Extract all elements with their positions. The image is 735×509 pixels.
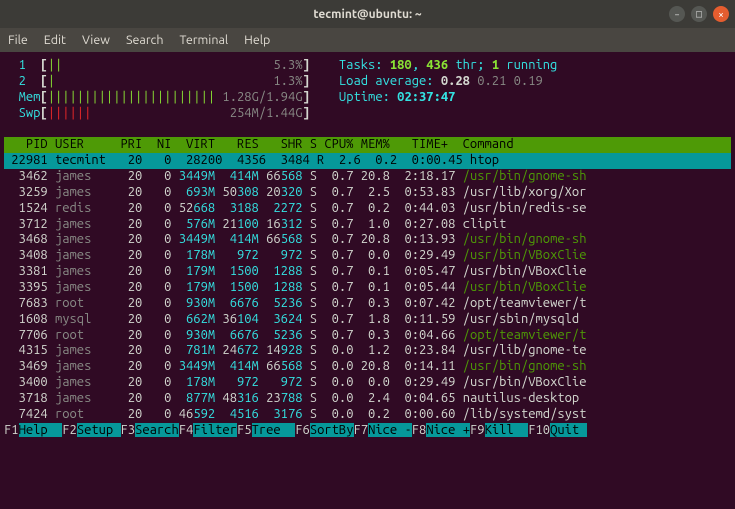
- process-row[interactable]: 3408 james 20 0 178M 972 972 S 0.7 0.0 0…: [4, 248, 731, 264]
- menubar: File Edit View Search Terminal Help: [0, 28, 735, 52]
- window-controls: – □ ×: [669, 6, 729, 22]
- process-row[interactable]: 1608 mysql 20 0 662M 36104 3624 S 0.7 1.…: [4, 312, 731, 328]
- close-icon[interactable]: ×: [713, 6, 729, 22]
- maximize-icon[interactable]: □: [691, 6, 707, 22]
- process-row[interactable]: 3718 james 20 0 877M 48316 23788 S 0.0 2…: [4, 391, 731, 407]
- window-title: tecmint@ubuntu: ~: [313, 8, 421, 21]
- process-row[interactable]: 3712 james 20 0 576M 21100 16312 S 0.7 1…: [4, 217, 731, 233]
- process-row[interactable]: 1524 redis 20 0 52668 3188 2272 S 0.7 0.…: [4, 201, 731, 217]
- menu-file[interactable]: File: [8, 33, 28, 47]
- process-row[interactable]: 3468 james 20 0 3449M 414M 66568 S 0.7 2…: [4, 232, 731, 248]
- function-key-bar: F1Help F2Setup F3SearchF4FilterF5Tree F6…: [4, 423, 731, 439]
- process-row-selected[interactable]: 22981 tecmint 20 0 28200 4356 3484 R 2.6…: [4, 153, 731, 169]
- process-row[interactable]: 3395 james 20 0 179M 1500 1288 S 0.7 0.1…: [4, 280, 731, 296]
- process-row[interactable]: 3400 james 20 0 178M 972 972 S 0.0 0.0 0…: [4, 375, 731, 391]
- menu-edit[interactable]: Edit: [44, 33, 66, 47]
- menu-terminal[interactable]: Terminal: [180, 33, 229, 47]
- menu-view[interactable]: View: [82, 33, 110, 47]
- process-row[interactable]: 3462 james 20 0 3449M 414M 66568 S 0.7 2…: [4, 169, 731, 185]
- process-row[interactable]: 4315 james 20 0 781M 24672 14928 S 0.0 1…: [4, 343, 731, 359]
- menu-help[interactable]: Help: [244, 33, 270, 47]
- window-titlebar: tecmint@ubuntu: ~ – □ ×: [0, 0, 735, 28]
- process-header[interactable]: PID USER PRI NI VIRT RES SHR S CPU% MEM%…: [4, 137, 731, 153]
- process-row[interactable]: 3259 james 20 0 693M 50308 20320 S 0.7 2…: [4, 185, 731, 201]
- process-row[interactable]: 7706 root 20 0 930M 6676 5236 S 0.7 0.3 …: [4, 328, 731, 344]
- process-row[interactable]: 7424 root 20 0 46592 4516 3176 S 0.0 0.2…: [4, 407, 731, 423]
- minimize-icon[interactable]: –: [669, 6, 685, 22]
- terminal-output: 1 [|| 5.3%] Tasks: 180, 436 thr; 1 runni…: [0, 52, 735, 439]
- process-row[interactable]: 3469 james 20 0 3449M 414M 66568 S 0.0 2…: [4, 359, 731, 375]
- menu-search[interactable]: Search: [126, 33, 164, 47]
- process-row[interactable]: 3381 james 20 0 179M 1500 1288 S 0.7 0.1…: [4, 264, 731, 280]
- process-row[interactable]: 7683 root 20 0 930M 6676 5236 S 0.7 0.3 …: [4, 296, 731, 312]
